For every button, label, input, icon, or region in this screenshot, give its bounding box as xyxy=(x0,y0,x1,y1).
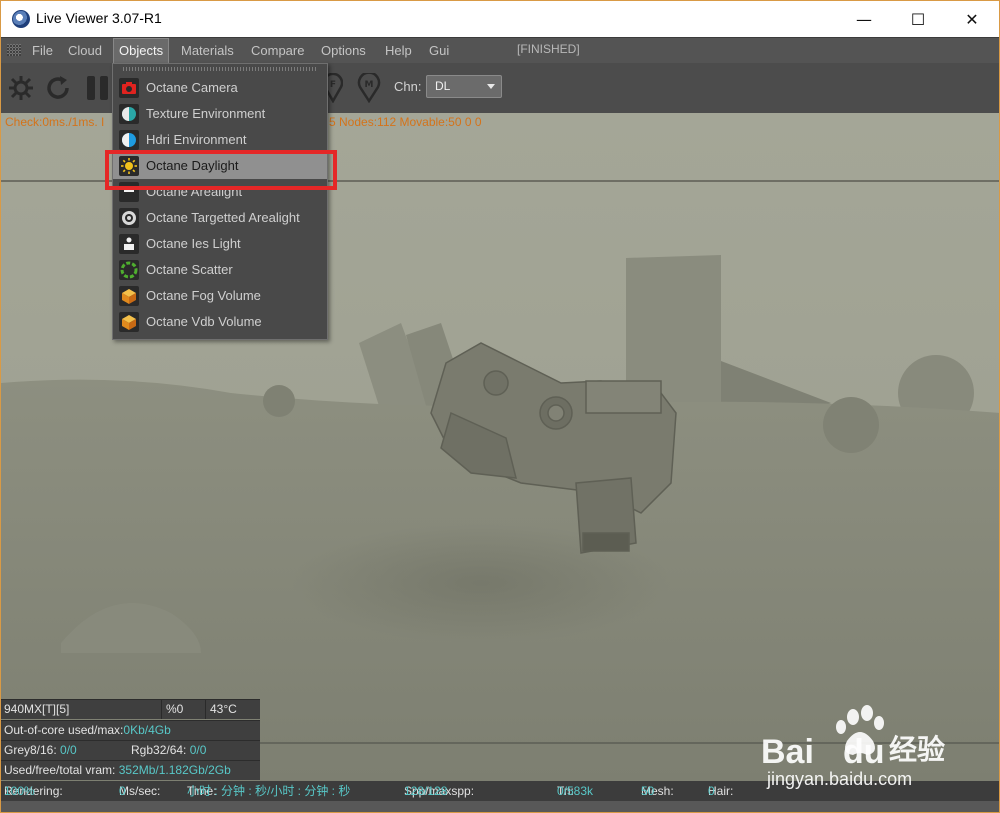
watermark-brand: Bai xyxy=(761,733,814,771)
ies-light-icon xyxy=(119,234,139,254)
menu-compare[interactable]: Compare xyxy=(246,38,309,64)
svg-text:M: M xyxy=(365,80,374,90)
baidu-jingyan-watermark: Bai du 经验 jingyan.baidu.com xyxy=(761,701,991,796)
pin-m-icon[interactable]: M xyxy=(357,73,381,103)
menu-item-label: Octane Camera xyxy=(146,80,238,95)
render-info-right: 5 Nodes:112 Movable:50 0 0 xyxy=(329,115,482,129)
watermark-url: jingyan.baidu.com xyxy=(766,769,912,789)
vram-value: 352Mb/1.182Gb/2Gb xyxy=(118,763,231,777)
menu-item-label: Hdri Environment xyxy=(146,132,247,147)
hdri-environment-icon xyxy=(119,130,139,150)
chevron-down-icon xyxy=(487,84,495,89)
targetted-arealight-icon xyxy=(119,208,139,228)
close-button[interactable]: ✕ xyxy=(949,1,995,37)
minimize-button[interactable]: — xyxy=(841,1,887,37)
ooc-label: Out-of-core used/max: xyxy=(4,723,124,737)
menu-item-octane-camera[interactable]: Octane Camera xyxy=(113,75,327,101)
menu-bar: File Cloud Objects Materials Compare Opt… xyxy=(1,37,999,64)
maximize-button[interactable]: ☐ xyxy=(895,1,941,37)
annotation-highlight-box xyxy=(105,150,337,190)
menu-item-octane-scatter[interactable]: Octane Scatter xyxy=(113,257,327,283)
menu-options[interactable]: Options xyxy=(316,38,371,64)
vdb-volume-icon xyxy=(119,312,139,332)
channel-select-value: DL xyxy=(435,79,451,93)
gpu-temp: 43°C xyxy=(205,700,237,719)
rgb-value: 0/0 xyxy=(189,743,207,757)
watermark-brand-2: du xyxy=(843,733,885,771)
menu-item-label: Octane Targetted Arealight xyxy=(146,210,300,225)
texture-environment-icon xyxy=(119,104,139,124)
ooc-value: 0Kb/4Gb xyxy=(123,723,171,737)
camera-icon xyxy=(119,78,139,98)
menu-item-octane-fog-volume[interactable]: Octane Fog Volume xyxy=(113,283,327,309)
menu-tearoff-grip[interactable] xyxy=(123,67,318,71)
mesh-value: 50 xyxy=(641,784,655,798)
render-status: [FINISHED] xyxy=(517,42,580,56)
menu-item-octane-ies-light[interactable]: Octane Ies Light xyxy=(113,231,327,257)
menu-cloud[interactable]: Cloud xyxy=(63,38,107,64)
gpu-usage: %0 xyxy=(161,700,205,719)
objects-dropdown-menu: Octane Camera Texture Environment Hdri E… xyxy=(112,63,328,340)
menu-item-label: Octane Vdb Volume xyxy=(146,314,262,329)
grey-label: Grey8/16: xyxy=(4,743,57,757)
menu-objects[interactable]: Objects xyxy=(113,38,170,64)
rgb-label: Rgb32/64: xyxy=(131,743,187,757)
menu-item-octane-targetted-arealight[interactable]: Octane Targetted Arealight xyxy=(113,205,327,231)
gpu-name: 940MX[T][5] xyxy=(4,702,70,716)
vram-label: Used/free/total vram: xyxy=(4,763,116,777)
channel-label: Chn: xyxy=(394,79,422,94)
gpu-stats-row: 940MX[T][5] %0 43°C xyxy=(1,699,260,719)
grip-icon[interactable] xyxy=(7,44,21,56)
fog-volume-icon xyxy=(119,286,139,306)
window-title: Live Viewer 3.07-R1 xyxy=(36,10,162,26)
spp-value: 128/128 xyxy=(404,784,448,798)
svg-text:F: F xyxy=(330,80,336,90)
tri-value: 0/583k xyxy=(557,784,594,798)
baidu-paw-logo: Bai du 经验 jingyan.baidu.com xyxy=(761,705,945,789)
grey-value: 0/0 xyxy=(60,743,77,757)
vram-row: Used/free/total vram: 352Mb/1.182Gb/2Gb xyxy=(1,760,260,780)
texture-count-row: Grey8/16: 0/0 Rgb32/64: 0/0 xyxy=(1,740,260,760)
refresh-icon[interactable] xyxy=(43,73,73,103)
menu-item-label: Octane Ies Light xyxy=(146,236,241,251)
menu-materials[interactable]: Materials xyxy=(176,38,239,64)
menu-item-octane-vdb-volume[interactable]: Octane Vdb Volume xyxy=(113,309,327,335)
time-value: 小时 : 分钟 : 秒/小时 : 分钟 : 秒 xyxy=(187,784,351,798)
menu-item-label: Octane Scatter xyxy=(146,262,233,277)
menu-item-label: Texture Environment xyxy=(146,106,266,121)
render-info-left: Check:0ms./1ms. I xyxy=(5,115,105,129)
scatter-icon xyxy=(119,260,139,280)
menu-file[interactable]: File xyxy=(27,38,58,64)
hair-value: 0 xyxy=(708,784,715,798)
menu-gui[interactable]: Gui xyxy=(424,38,454,64)
menu-item-label: Octane Fog Volume xyxy=(146,288,261,303)
menu-item-texture-environment[interactable]: Texture Environment xyxy=(113,101,327,127)
title-bar: Live Viewer 3.07-R1 — ☐ ✕ xyxy=(1,1,999,37)
cinema4d-app-icon xyxy=(12,10,30,28)
watermark-cn: 经验 xyxy=(889,733,945,766)
pause-icon[interactable] xyxy=(83,73,113,103)
app-window: Live Viewer 3.07-R1 — ☐ ✕ File Cloud Obj… xyxy=(0,0,1000,813)
bottom-strip xyxy=(1,801,999,812)
menu-help[interactable]: Help xyxy=(380,38,417,64)
channel-select[interactable]: DL xyxy=(426,75,502,98)
rendering-value: 100% xyxy=(4,784,35,798)
octane-logo-icon[interactable] xyxy=(6,73,36,103)
out-of-core-row: Out-of-core used/max:0Kb/4Gb xyxy=(1,720,260,740)
ms-value: 0 xyxy=(119,784,126,798)
